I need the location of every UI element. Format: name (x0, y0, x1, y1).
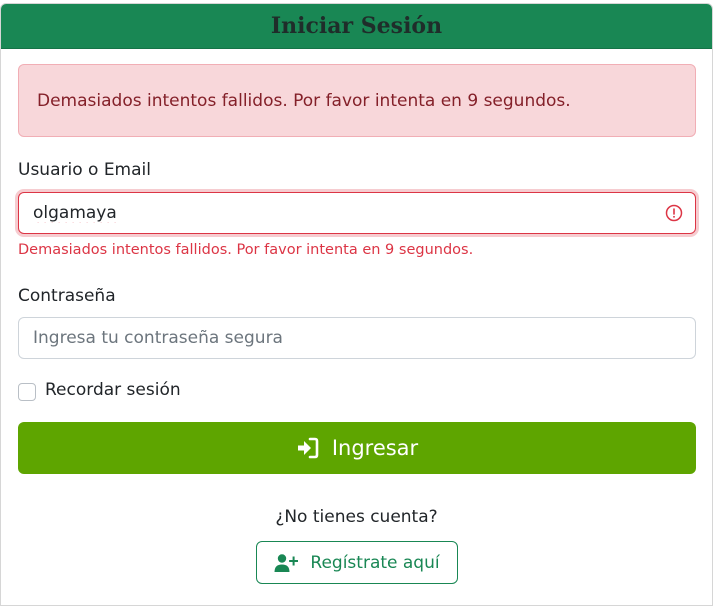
no-account-text: ¿No tienes cuenta? (275, 507, 438, 527)
login-button[interactable]: Ingresar (18, 422, 696, 474)
page-title: Iniciar Sesión (270, 13, 443, 39)
exclamation-circle-icon (665, 204, 683, 222)
card-header: Iniciar Sesión (1, 4, 712, 49)
sign-in-icon (297, 437, 319, 459)
login-button-label: Ingresar (331, 436, 419, 460)
register-button[interactable]: Regístrate aquí (256, 541, 458, 584)
username-input[interactable] (18, 192, 696, 234)
remember-checkbox[interactable] (18, 383, 36, 401)
password-input[interactable] (18, 317, 696, 359)
register-button-label: Regístrate aquí (310, 552, 440, 573)
error-alert: Demasiados intentos fallidos. Por favor … (18, 64, 696, 137)
alert-message: Demasiados intentos fallidos. Por favor … (37, 90, 571, 111)
remember-label[interactable]: Recordar sesión (45, 380, 181, 400)
username-error: Demasiados intentos fallidos. Por favor … (18, 242, 474, 258)
user-plus-icon (274, 553, 299, 572)
username-label: Usuario o Email (18, 160, 151, 180)
password-label: Contraseña (18, 286, 116, 306)
